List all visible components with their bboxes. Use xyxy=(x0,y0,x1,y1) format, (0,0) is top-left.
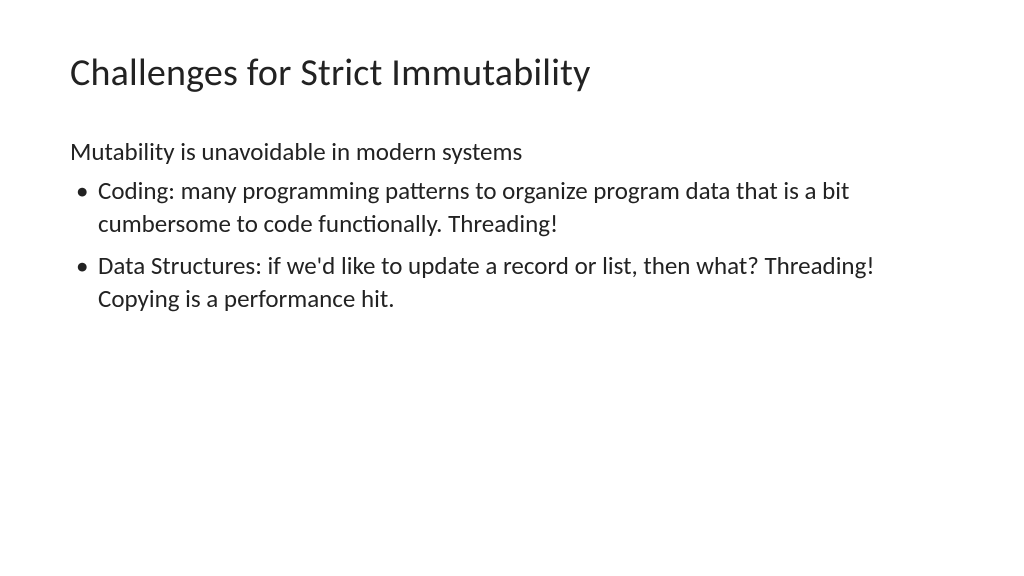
bullet-list: Coding: many programming patterns to org… xyxy=(70,175,954,315)
slide-title: Challenges for Strict Immutability xyxy=(70,50,954,96)
slide-subtitle: Mutability is unavoidable in modern syst… xyxy=(70,136,954,167)
list-item: Coding: many programming patterns to org… xyxy=(70,175,954,240)
list-item: Data Structures: if we'd like to update … xyxy=(70,250,954,315)
